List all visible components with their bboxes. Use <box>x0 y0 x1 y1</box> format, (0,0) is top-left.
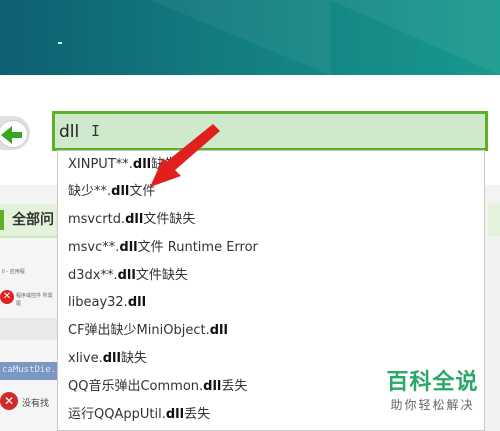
suggestion-item[interactable]: msvcrtd.dll文件缺失 <box>68 206 195 234</box>
suggestion-item[interactable]: d3dx**.dll文件缺失 <box>68 262 188 290</box>
suggestion-text: 缺少**. <box>68 184 112 199</box>
suggestion-text: 丢失 <box>184 407 211 422</box>
suggestion-text: xlive. <box>68 351 103 366</box>
suggestion-text: 丢失 <box>221 379 248 394</box>
background-banner: caMustDie.c <box>0 362 62 380</box>
watermark-logo: 百科全说 助你轻松解决 <box>375 370 490 420</box>
suggestion-match: dll <box>102 351 121 366</box>
suggestion-match: dll <box>117 268 136 283</box>
suggestion-text: 缺失 <box>120 351 147 366</box>
back-button-circle[interactable] <box>0 120 28 148</box>
watermark-subtitle: 助你轻松解决 <box>390 398 475 412</box>
background-text: ll - 应用程 <box>2 269 25 275</box>
suggestion-item[interactable]: XINPUT**.dll缺失 <box>68 151 177 179</box>
error-icon: ✕ <box>0 392 18 410</box>
suggestion-text: 文件缺失 <box>135 268 188 283</box>
tab-all-questions[interactable]: 全部问 <box>0 204 60 238</box>
background-tab-right <box>488 204 500 236</box>
suggestion-item[interactable]: 运行QQAppUtil.dll丢失 <box>68 401 210 429</box>
back-arrow-shaft <box>11 132 22 138</box>
search-input[interactable] <box>59 119 119 145</box>
suggestion-match: dll <box>125 212 144 227</box>
suggestion-match: dll <box>203 379 222 394</box>
suggestion-item[interactable]: 缺少**.dll文件 <box>68 178 155 206</box>
watermark-title: 百科全说 <box>386 370 479 395</box>
background-text: 尾 <box>16 301 22 307</box>
suggestion-match: dll <box>111 184 130 199</box>
search-box[interactable]: I <box>52 111 488 151</box>
background-band <box>0 318 60 340</box>
suggestion-text: 文件 Runtime Error <box>137 240 258 255</box>
suggestion-text: libeay32. <box>68 295 128 310</box>
suggestion-item[interactable]: xlive.dll缺失 <box>68 345 147 373</box>
suggestion-item[interactable]: CF弹出缺少MiniObject.dll <box>68 317 228 345</box>
error-icon: ✕ <box>0 290 14 304</box>
page-header <box>0 0 500 75</box>
suggestion-text: CF弹出缺少MiniObject. <box>68 323 210 338</box>
tab-indicator <box>0 210 4 230</box>
suggestion-item[interactable]: msvc**.dll文件 Runtime Error <box>68 234 258 262</box>
suggestion-match: dll <box>165 407 185 422</box>
header-decoration <box>330 0 500 75</box>
suggestion-text: XINPUT**. <box>68 157 133 172</box>
suggestion-item[interactable]: libeay32.dll <box>68 289 146 317</box>
background-text: 程序或控件 所需 <box>16 293 53 299</box>
text-cursor-icon: I <box>91 122 101 140</box>
suggestion-text: 缺失 <box>151 157 178 172</box>
tab-label: 全部问 <box>12 212 54 228</box>
suggestion-text: d3dx**. <box>68 268 118 283</box>
suggestion-match: dll <box>119 240 138 255</box>
banner-text: caMustDie.c <box>2 365 62 375</box>
suggestion-text: msvc**. <box>68 240 120 255</box>
suggestion-match: dll <box>127 295 147 310</box>
suggestion-text: 文件 <box>129 184 156 199</box>
header-decoration <box>150 0 330 75</box>
suggestion-item[interactable]: QQ音乐弹出Common.dll丢失 <box>68 373 247 401</box>
header-mark <box>58 42 62 44</box>
suggestion-text: 文件缺失 <box>143 212 196 227</box>
suggestion-text: msvcrtd. <box>68 212 126 227</box>
suggestion-match: dll <box>132 157 152 172</box>
suggestion-text: 运行QQAppUtil. <box>68 407 166 422</box>
background-text: 没有找 <box>22 399 50 409</box>
suggestion-text: QQ音乐弹出Common. <box>68 379 204 394</box>
suggestion-match: dll <box>209 323 228 338</box>
